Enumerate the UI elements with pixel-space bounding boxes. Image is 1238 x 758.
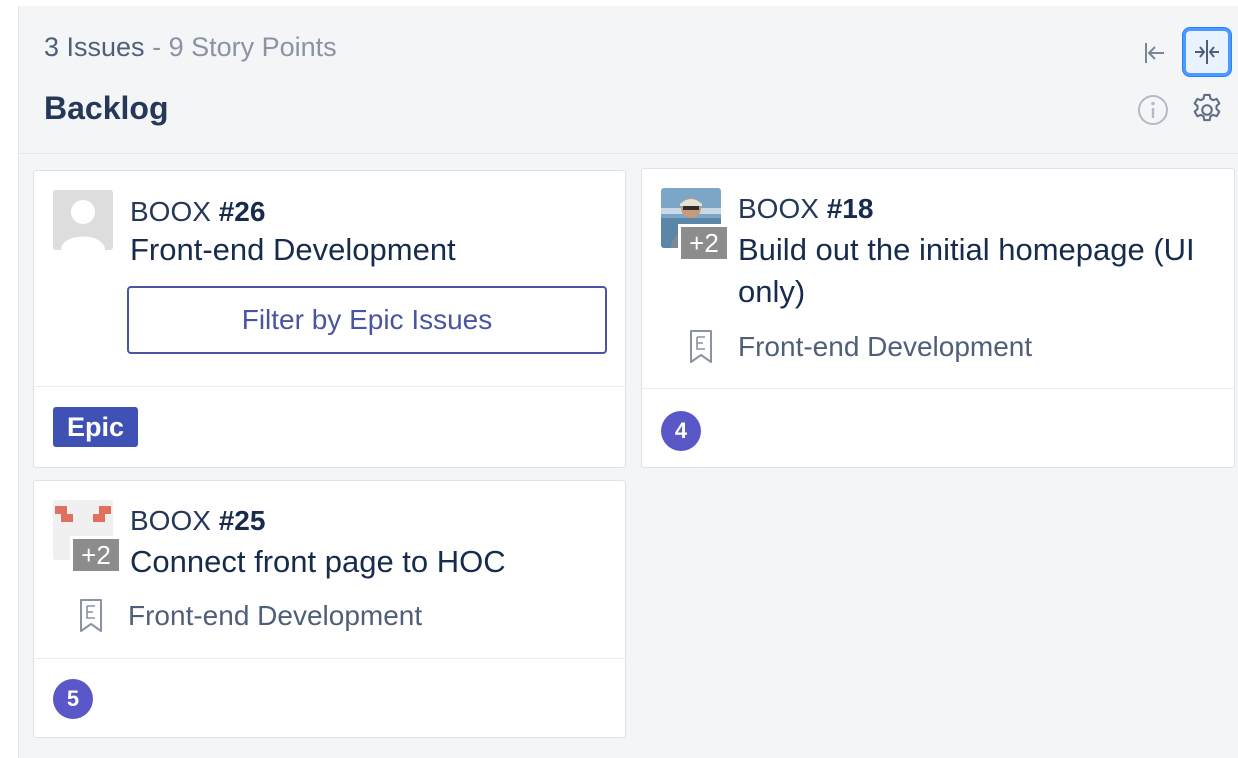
card-body: +2 BOOX #25 Connect front page to HOC Fr…: [34, 481, 625, 659]
extra-assignees-badge: +2: [70, 536, 122, 574]
pipeline-summary: 3 Issues - 9 Story Points: [44, 32, 337, 63]
issue-reference: BOOX #25: [130, 505, 265, 537]
issue-card-epic[interactable]: BOOX #26 Front-end Development Filter by…: [33, 170, 626, 468]
issue-card[interactable]: +2 BOOX #25 Connect front page to HOC Fr…: [33, 480, 626, 738]
repo-name: BOOX: [130, 505, 211, 536]
epic-name: Front-end Development: [128, 600, 423, 631]
epic-link[interactable]: Front-end Development: [686, 329, 1032, 365]
pipeline-backlog: 3 Issues - 9 Story Points Backlog BOOX #…: [18, 6, 1238, 758]
pipeline-settings-button[interactable]: [1185, 88, 1229, 132]
estimate-badge: 5: [53, 679, 93, 719]
gear-icon: [1193, 93, 1221, 122]
epic-label: Epic: [53, 407, 139, 447]
issue-number: #18: [826, 193, 874, 224]
collapse-left-icon: [1145, 43, 1164, 63]
repo-name: BOOX: [130, 196, 211, 227]
issue-number: #25: [218, 505, 266, 536]
issue-card[interactable]: +2 BOOX #18 Build out the initial homepa…: [641, 168, 1235, 468]
pipeline-info-button[interactable]: [1133, 90, 1173, 130]
extra-assignees-badge: +2: [678, 224, 730, 262]
card-footer: 4: [642, 388, 1234, 467]
story-points: 9 Story Points: [168, 32, 337, 62]
card-body: BOOX #26 Front-end Development Filter by…: [34, 171, 625, 386]
issue-title[interactable]: Connect front page to HOC: [130, 541, 610, 583]
estimate-badge: 4: [661, 411, 701, 451]
epic-link[interactable]: Front-end Development: [76, 598, 422, 634]
issue-number: #26: [218, 196, 266, 227]
card-footer: 5: [34, 658, 625, 737]
pipeline-header: 3 Issues - 9 Story Points Backlog: [19, 6, 1238, 154]
issue-reference: BOOX #18: [738, 193, 873, 225]
compact-view-icon: [1195, 40, 1219, 64]
info-icon: [1138, 95, 1168, 125]
filter-by-epic-button[interactable]: Filter by Epic Issues: [127, 286, 607, 354]
pipeline-title: Backlog: [44, 90, 169, 126]
person-placeholder-icon: [53, 190, 113, 250]
issue-count: 3 Issues: [44, 32, 145, 62]
card-footer: Epic: [34, 386, 625, 467]
epic-bookmark-icon: [690, 330, 712, 363]
repo-name: BOOX: [738, 193, 819, 224]
card-body: +2 BOOX #18 Build out the initial homepa…: [642, 169, 1234, 389]
issue-title[interactable]: Build out the initial homepage (UI only): [738, 229, 1218, 313]
compact-view-button[interactable]: [1183, 28, 1231, 76]
summary-separator: -: [152, 32, 162, 62]
epic-name: Front-end Development: [738, 331, 1033, 362]
epic-bookmark-icon: [80, 599, 102, 632]
issue-title[interactable]: Front-end Development: [130, 229, 610, 271]
default-user-avatar: [53, 190, 113, 250]
issue-reference: BOOX #26: [130, 196, 265, 228]
collapse-pipeline-button[interactable]: [1135, 34, 1173, 72]
